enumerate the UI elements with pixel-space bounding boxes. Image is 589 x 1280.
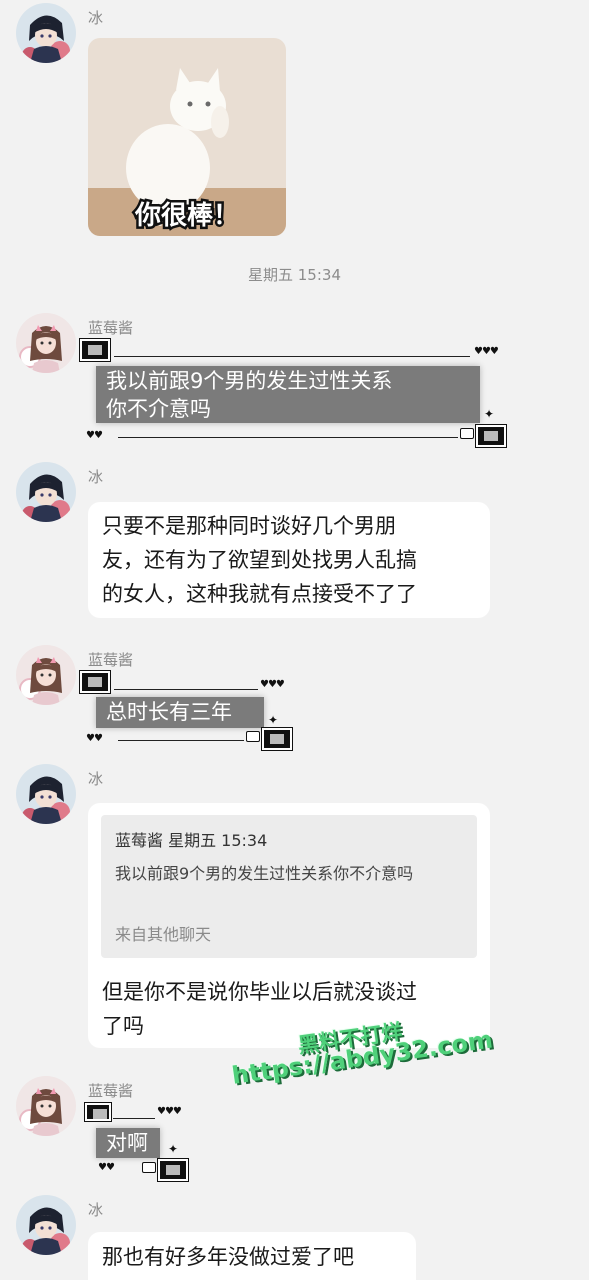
- anime-boy-avatar-icon: [16, 1195, 76, 1255]
- hearts-icon: ♥♥♥: [260, 679, 285, 690]
- message-bubble[interactable]: 那也有好多年没做过爱了吧: [88, 1232, 416, 1280]
- hearts-icon: ♥♥: [98, 1162, 115, 1173]
- sender-name: 冰: [88, 468, 104, 486]
- cat-sticker-image[interactable]: 你很棒！: [88, 38, 286, 236]
- deco-divider: [114, 689, 258, 690]
- avatar[interactable]: [16, 313, 76, 373]
- sparkle-icon: ✦: [268, 713, 279, 727]
- avatar[interactable]: [16, 1076, 76, 1136]
- chat-timestamp: 星期五 15:34: [248, 266, 341, 284]
- sticker-caption: 你很棒！: [134, 201, 239, 231]
- message-text: 对啊: [106, 1131, 148, 1155]
- deco-frame-icon: [261, 727, 293, 751]
- message-text: 总时长有三年: [106, 700, 232, 724]
- message-text: 那也有好多年没做过爱了吧: [102, 1245, 354, 1269]
- hearts-icon: ♥♥: [86, 733, 103, 744]
- deco-frame-icon: [79, 338, 111, 362]
- message-text: 你不介意吗: [106, 397, 211, 421]
- quote-sender: 蓝莓酱 星期五 15:34: [115, 831, 268, 850]
- quoted-message[interactable]: 蓝莓酱 星期五 15:34 我以前跟9个男的发生过性关系你不介意吗 来自其他聊天: [101, 815, 477, 958]
- hand-icon: [460, 428, 474, 439]
- avatar[interactable]: [16, 645, 76, 705]
- avatar[interactable]: [16, 462, 76, 522]
- anime-boy-avatar-icon: [16, 764, 76, 824]
- avatar[interactable]: [16, 764, 76, 824]
- sender-name: 蓝莓酱: [88, 651, 134, 669]
- deco-frame-icon: [475, 424, 507, 448]
- anime-boy-avatar-icon: [16, 3, 76, 63]
- deco-divider: [113, 1118, 155, 1119]
- cosplay-girl-avatar-icon: [16, 313, 76, 373]
- deco-divider: [118, 437, 458, 438]
- deco-frame-icon: [79, 670, 111, 694]
- deco-frame-icon: [84, 1102, 112, 1122]
- sender-name: 蓝莓酱: [88, 319, 134, 337]
- deco-frame-icon: [157, 1158, 189, 1182]
- message-bubble[interactable]: 只要不是那种同时谈好几个男朋 友，还有为了欲望到处找男人乱搞 的女人，这种我就有…: [88, 502, 490, 618]
- hearts-icon: ♥♥: [86, 430, 103, 441]
- avatar[interactable]: [16, 3, 76, 63]
- hand-icon: [142, 1162, 156, 1173]
- deco-divider: [114, 356, 470, 357]
- message-bubble[interactable]: 总时长有三年: [96, 697, 264, 728]
- quote-text: 我以前跟9个男的发生过性关系你不介意吗: [115, 864, 414, 883]
- message-text: 我以前跟9个男的发生过性关系: [106, 369, 393, 393]
- anime-boy-avatar-icon: [16, 462, 76, 522]
- cosplay-girl-avatar-icon: [16, 1076, 76, 1136]
- message-bubble[interactable]: 对啊: [96, 1128, 160, 1158]
- deco-divider: [118, 740, 244, 741]
- message-bubble[interactable]: 我以前跟9个男的发生过性关系 你不介意吗: [96, 366, 480, 423]
- sender-name: 蓝莓酱: [88, 1082, 134, 1100]
- message-text: 友，还有为了欲望到处找男人乱搞: [102, 548, 417, 572]
- message-text: 但是你不是说你毕业以后就没谈过: [102, 980, 417, 1004]
- cosplay-girl-avatar-icon: [16, 645, 76, 705]
- hearts-icon: ♥♥♥: [157, 1106, 182, 1117]
- message-text: 的女人，这种我就有点接受不了了: [102, 582, 417, 606]
- hearts-icon: ♥♥♥: [474, 346, 499, 357]
- sparkle-icon: ✦: [168, 1142, 179, 1156]
- sparkle-icon: ✦: [484, 407, 495, 421]
- message-text: 只要不是那种同时谈好几个男朋: [102, 514, 396, 538]
- quote-source: 来自其他聊天: [115, 925, 212, 944]
- sender-name: 冰: [88, 9, 104, 27]
- sender-name: 冰: [88, 770, 104, 788]
- avatar[interactable]: [16, 1195, 76, 1255]
- hand-icon: [246, 731, 260, 742]
- sender-name: 冰: [88, 1201, 104, 1219]
